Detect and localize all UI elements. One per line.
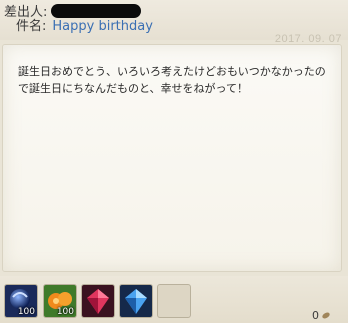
attachment-quantity: 100 <box>56 307 74 317</box>
attachment-slot-5-empty[interactable] <box>157 284 191 318</box>
letter-date: 2017. 09. 07 <box>274 33 342 45</box>
letter-body-text: 誕生日おめでとう、いろいろ考えたけどおもいつかなかったので誕生日にちなんだものと… <box>18 65 326 95</box>
attachment-slot-4[interactable] <box>119 284 153 318</box>
subject-row: 件名: Happy birthday <box>16 15 153 34</box>
letter-body-panel: 誕生日おめでとう、いろいろ考えたけどおもいつかなかったので誕生日にちなんだものと… <box>2 44 342 272</box>
attachment-slot-2[interactable]: 100 <box>43 284 77 318</box>
blue-gem-icon <box>120 285 152 317</box>
attachment-slot-1[interactable]: 100 <box>4 284 38 318</box>
red-gem-icon <box>82 285 114 317</box>
gold-amount: 0 <box>312 309 331 322</box>
subject-label: 件名: <box>16 19 47 34</box>
gold-value: 0 <box>312 309 319 322</box>
coin-icon <box>321 311 331 320</box>
attachment-quantity: 100 <box>17 307 35 317</box>
subject-value: Happy birthday <box>52 19 153 34</box>
attachment-slot-3[interactable] <box>81 284 115 318</box>
